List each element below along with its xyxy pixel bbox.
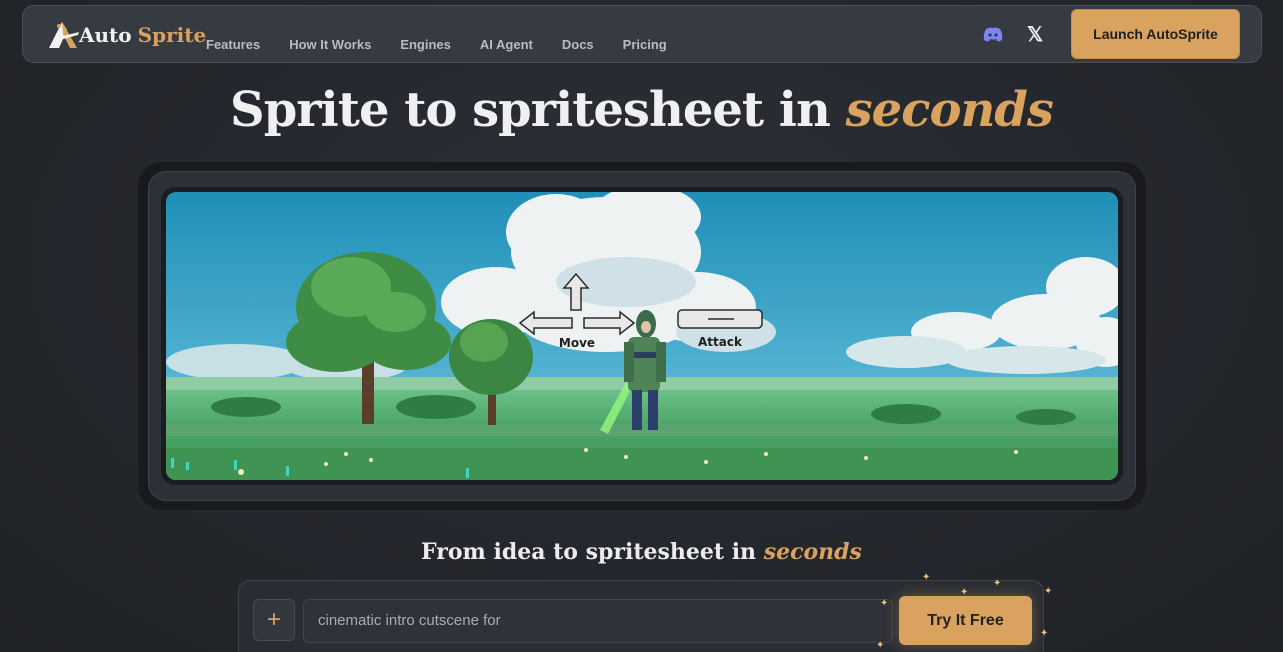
sparkle-icon: ✦ (960, 587, 969, 598)
logo-text-auto: Auto (79, 23, 132, 47)
discord-icon[interactable] (977, 18, 1009, 50)
sparkle-icon: ✦ (880, 598, 889, 609)
add-attachment-button[interactable]: + (253, 599, 295, 641)
sparkle-icon: ✦ (1040, 628, 1049, 639)
hero-title: Sprite to spritesheet in seconds (0, 82, 1283, 138)
hero-title-accent: seconds (845, 82, 1054, 138)
prompt-section-title: From idea to spritesheet in seconds (0, 539, 1283, 565)
sparkle-icon: ✦ (1044, 586, 1053, 597)
autosprite-logo[interactable]: Auto Sprite (45, 18, 206, 52)
nav-link-docs[interactable]: Docs (562, 37, 594, 52)
nav-link-ai-agent[interactable]: AI Agent (480, 37, 533, 52)
launch-autosprite-button[interactable]: Launch AutoSprite (1071, 9, 1240, 59)
attack-label: Attack (698, 335, 743, 349)
prompt-title-accent: seconds (763, 539, 862, 565)
logo-mark-icon (45, 18, 83, 52)
move-label: Move (559, 336, 595, 350)
try-it-free-button[interactable]: Try It Free (899, 596, 1032, 645)
x-glyph: 𝕏 (1026, 23, 1044, 46)
game-demo-scene: Move Attack (166, 192, 1118, 480)
logo-text-sprite: Sprite (137, 23, 207, 47)
nav-link-pricing[interactable]: Pricing (623, 37, 667, 52)
x-logo-icon[interactable]: 𝕏 (1019, 18, 1051, 50)
plus-icon: + (266, 606, 281, 633)
nav-right: 𝕏 Launch AutoSprite (977, 9, 1240, 59)
prompt-title-main: From idea to spritesheet in (421, 539, 764, 565)
sparkle-icon: ✦ (876, 640, 885, 651)
top-navbar: Auto Sprite Features How It Works Engines… (22, 5, 1262, 63)
prompt-input[interactable]: cinematic intro cutscene for (303, 599, 893, 643)
sparkle-icon: ✦ (922, 572, 931, 583)
nav-link-engines[interactable]: Engines (400, 37, 451, 52)
nav-link-how-it-works[interactable]: How It Works (289, 37, 371, 52)
nav-links: Features How It Works Engines AI Agent D… (206, 37, 696, 52)
sparkle-icon: ✦ (993, 578, 1002, 589)
nav-link-features[interactable]: Features (206, 37, 260, 52)
hero-title-main: Sprite to spritesheet in (230, 82, 846, 138)
